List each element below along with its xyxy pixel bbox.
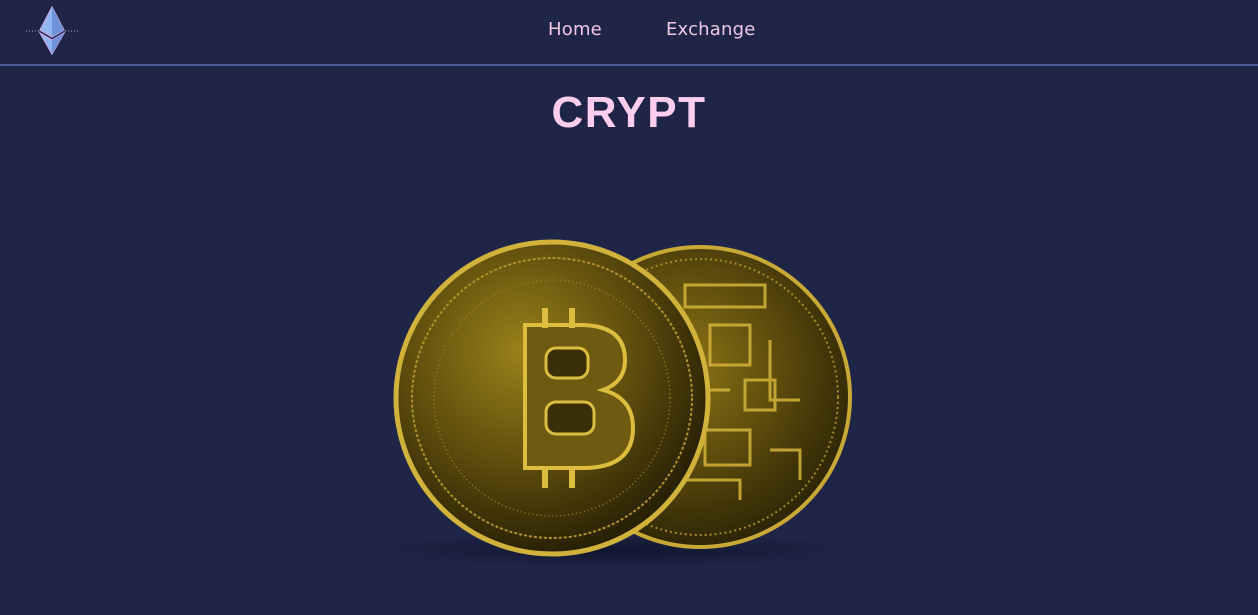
nav-links: Home Exchange [548,19,756,40]
bitcoin-coins-image [350,230,890,575]
top-navbar: Home Exchange [0,0,1258,66]
ethereum-logo-icon[interactable] [25,5,79,56]
nav-link-home[interactable]: Home [548,19,602,40]
page-title: CRYPT [551,88,707,137]
nav-link-exchange[interactable]: Exchange [666,19,756,40]
